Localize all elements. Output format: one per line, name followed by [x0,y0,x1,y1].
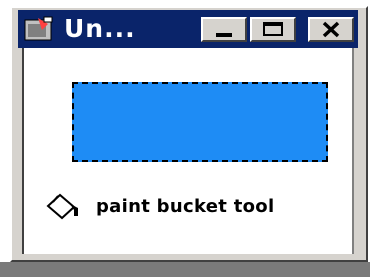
paint-bucket-icon [46,193,78,220]
title-bar[interactable]: Un... [18,10,358,48]
bottom-strip [0,262,370,277]
window-title: Un... [64,14,136,43]
tool-label: paint bucket tool [96,196,275,217]
maximize-icon [263,22,283,36]
selection-rectangle[interactable] [72,82,328,162]
close-button[interactable] [308,17,354,42]
maximize-button[interactable] [250,17,296,42]
minimize-button[interactable] [201,17,247,42]
paint-app-icon [24,16,53,41]
minimize-icon [216,33,232,37]
close-icon [322,21,340,38]
canvas-area[interactable]: paint bucket tool [22,48,354,254]
